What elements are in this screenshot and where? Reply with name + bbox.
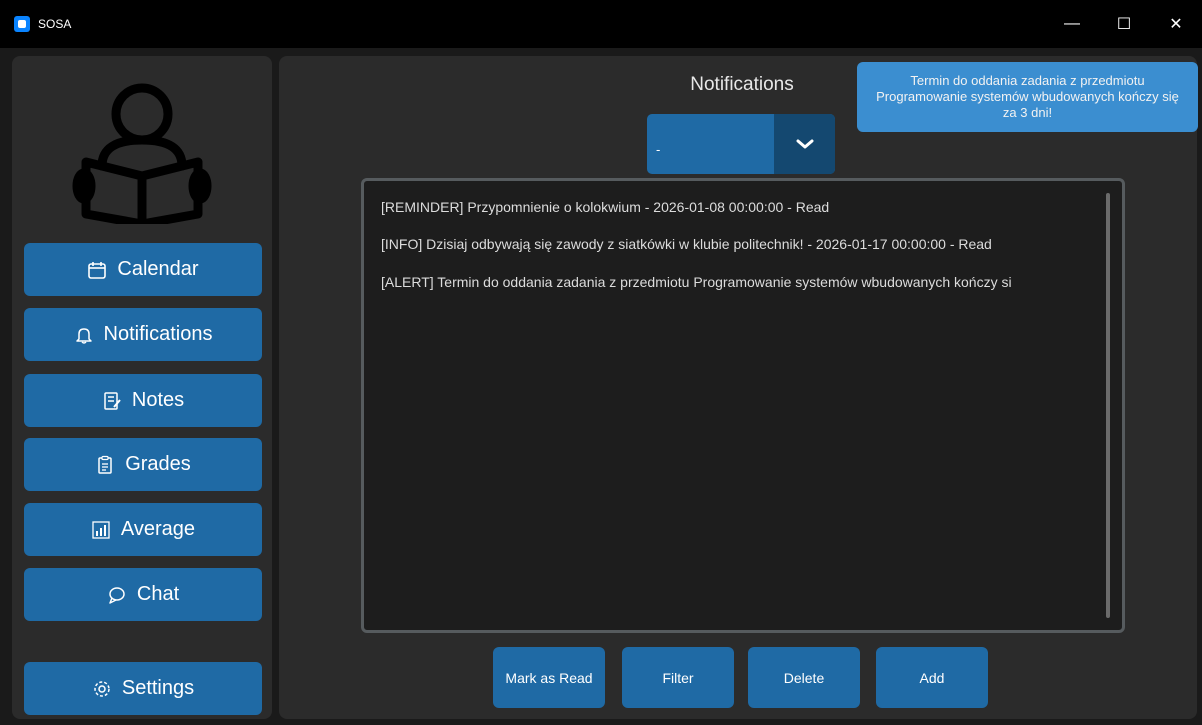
chevron-down-icon[interactable]: [774, 114, 835, 174]
page-title: Notifications: [690, 74, 794, 95]
grades-icon: [95, 455, 115, 475]
mark-as-read-button[interactable]: Mark as Read: [493, 647, 605, 708]
window-title: SOSA: [38, 17, 72, 31]
sidebar-item-average[interactable]: Average: [24, 503, 262, 556]
scrollbar[interactable]: [1106, 193, 1110, 618]
close-button[interactable]: ✕: [1150, 0, 1202, 48]
bell-icon: [74, 325, 94, 345]
sidebar-item-calendar[interactable]: Calendar: [24, 243, 262, 296]
maximize-button[interactable]: ☐: [1098, 0, 1150, 48]
filter-dropdown[interactable]: -: [647, 114, 835, 174]
notification-toast: Termin do oddania zadania z przedmiotu P…: [857, 62, 1198, 132]
sidebar-item-grades[interactable]: Grades: [24, 438, 262, 491]
sidebar-item-notifications[interactable]: Notifications: [24, 308, 262, 361]
calendar-icon: [87, 260, 107, 280]
reader-logo-icon: [72, 83, 212, 224]
window-controls: — ☐ ✕: [1046, 0, 1202, 48]
settings-button[interactable]: Settings: [24, 662, 262, 715]
title-bar: SOSA — ☐ ✕: [0, 0, 1202, 48]
filter-button[interactable]: Filter: [622, 647, 734, 708]
notes-icon: [102, 391, 122, 411]
sidebar-item-chat[interactable]: Chat: [24, 568, 262, 621]
add-button[interactable]: Add: [876, 647, 988, 708]
sidebar-item-label: Notes: [131, 389, 185, 411]
sidebar-item-label: Calendar: [117, 258, 199, 280]
sidebar-item-label: Average: [120, 518, 196, 540]
chat-icon: [107, 585, 127, 605]
sidebar-item-notes[interactable]: Notes: [24, 374, 262, 427]
sidebar-item-label: Grades: [125, 453, 191, 475]
settings-label: Settings: [121, 677, 195, 699]
list-item[interactable]: [ALERT] Termin do oddania zadania z prze…: [381, 274, 1012, 290]
app-icon: [14, 16, 30, 32]
main-panel: Notifications - Termin do oddania zadani…: [279, 56, 1198, 719]
delete-button[interactable]: Delete: [748, 647, 860, 708]
sidebar-item-label: Chat: [136, 583, 180, 605]
sidebar-item-label: Notifications: [103, 323, 213, 345]
chart-icon: [91, 520, 111, 540]
sidebar: Calendar Notifications Notes Grades Aver…: [12, 56, 272, 719]
notifications-list[interactable]: [REMINDER] Przypomnienie o kolokwium - 2…: [361, 178, 1125, 633]
gear-icon: [92, 679, 112, 699]
list-item[interactable]: [INFO] Dzisiaj odbywają się zawody z sia…: [381, 236, 992, 252]
minimize-button[interactable]: —: [1046, 0, 1098, 48]
list-item[interactable]: [REMINDER] Przypomnienie o kolokwium - 2…: [381, 199, 829, 215]
dropdown-value: -: [656, 142, 661, 157]
